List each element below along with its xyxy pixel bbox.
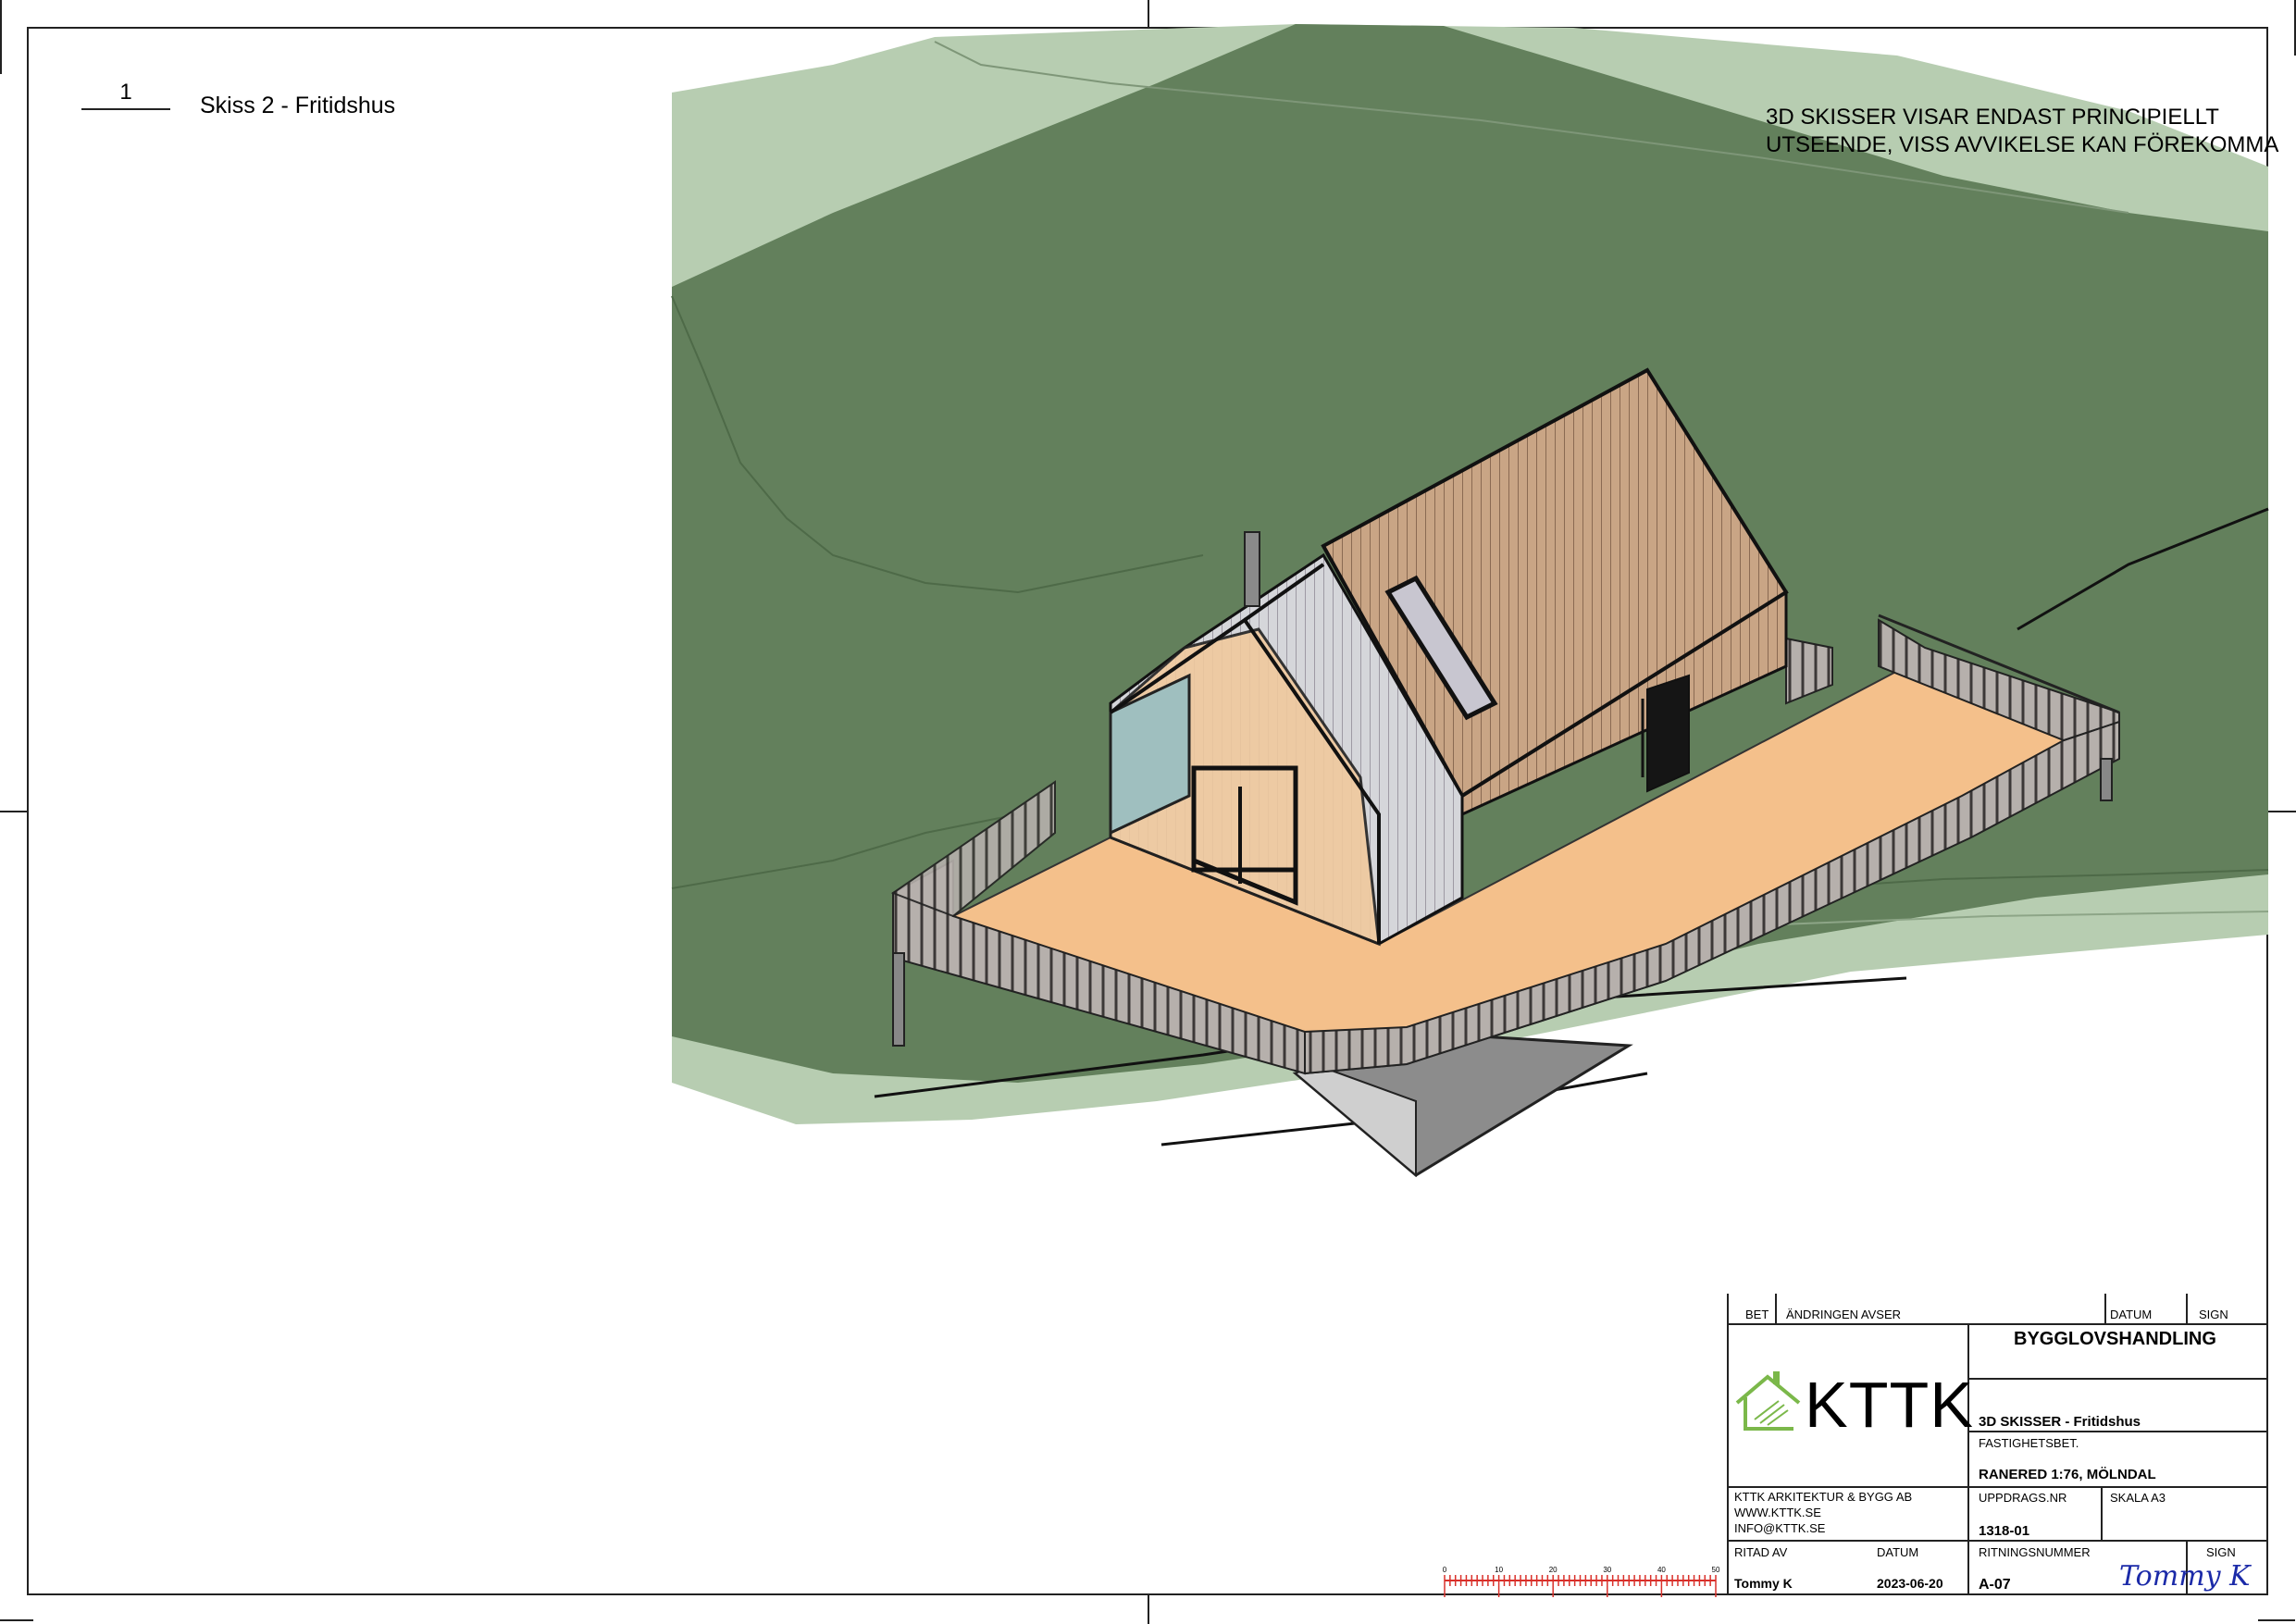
company-name: KTTK ARKITEKTUR & BYGG AB [1734,1490,1913,1504]
drawn-by-label: RITAD AV [1734,1545,1788,1559]
date-value: 2023-06-20 [1877,1576,1943,1591]
graphic-scale-bar: 0 10 20 30 40 50 [1443,1566,1720,1597]
chimney [1244,531,1260,607]
rev-header-bet: BET [1745,1308,1769,1321]
drawing-title: 3D SKISSER - Fritidshus [1979,1414,2141,1430]
rev-header-datum: DATUM [2110,1308,2153,1321]
scale-tick-label: 30 [1603,1566,1611,1574]
scale-tick-label: 40 [1657,1566,1666,1574]
scale-tick-label: 20 [1549,1566,1558,1574]
scale-label: SKALA A3 [2110,1491,2166,1505]
stage-title: BYGGLOVSHANDLING [2014,1329,2216,1349]
property-value: RANERED 1:76, MÖLNDAL [1979,1467,2156,1482]
drawn-by: Tommy K [1734,1576,1793,1591]
drawing-number: A-07 [1979,1577,2011,1593]
scale-tick-label: 50 [1712,1566,1720,1574]
company-web: WWW.KTTK.SE [1734,1506,1821,1519]
rev-header-andring: ÄNDRINGEN AVSER [1786,1308,1902,1321]
side-door [1646,674,1690,793]
view-number: 1 [119,80,132,105]
drawing-number-label: RITNINGSNUMMER [1979,1545,2091,1559]
house-logo-icon [1735,1371,1801,1431]
disclaimer-line-1: 3D SKISSER VISAR ENDAST PRINCIPIELLT [1766,105,2219,130]
property-label: FASTIGHETSBET. [1979,1436,2079,1450]
view-number-underline [81,108,170,110]
title-block: BET ÄNDRINGEN AVSER DATUM SIGN BYGGLOVSH… [1727,1294,2268,1595]
sign-label: SIGN [2206,1545,2236,1559]
signature: Tommy K [2119,1560,2251,1593]
logo-text: KTTK [1805,1369,1974,1441]
disclaimer-note: 3D SKISSER VISAR ENDAST PRINCIPIELLT UTS… [1766,104,2278,159]
scale-tick-label: 10 [1495,1566,1503,1574]
view-title: Skiss 2 - Fritidshus [200,93,396,118]
project-number: 1318-01 [1979,1523,2030,1539]
company-email: INFO@KTTK.SE [1734,1521,1826,1535]
rev-header-sign: SIGN [2199,1308,2228,1321]
disclaimer-line-2: UTSEENDE, VISS AVVIKELSE KAN FÖREKOMMA [1766,132,2279,157]
scale-tick-label: 0 [1443,1566,1447,1574]
date-label: DATUM [1877,1545,1919,1559]
project-number-label: UPPDRAGS.NR [1979,1491,2067,1505]
